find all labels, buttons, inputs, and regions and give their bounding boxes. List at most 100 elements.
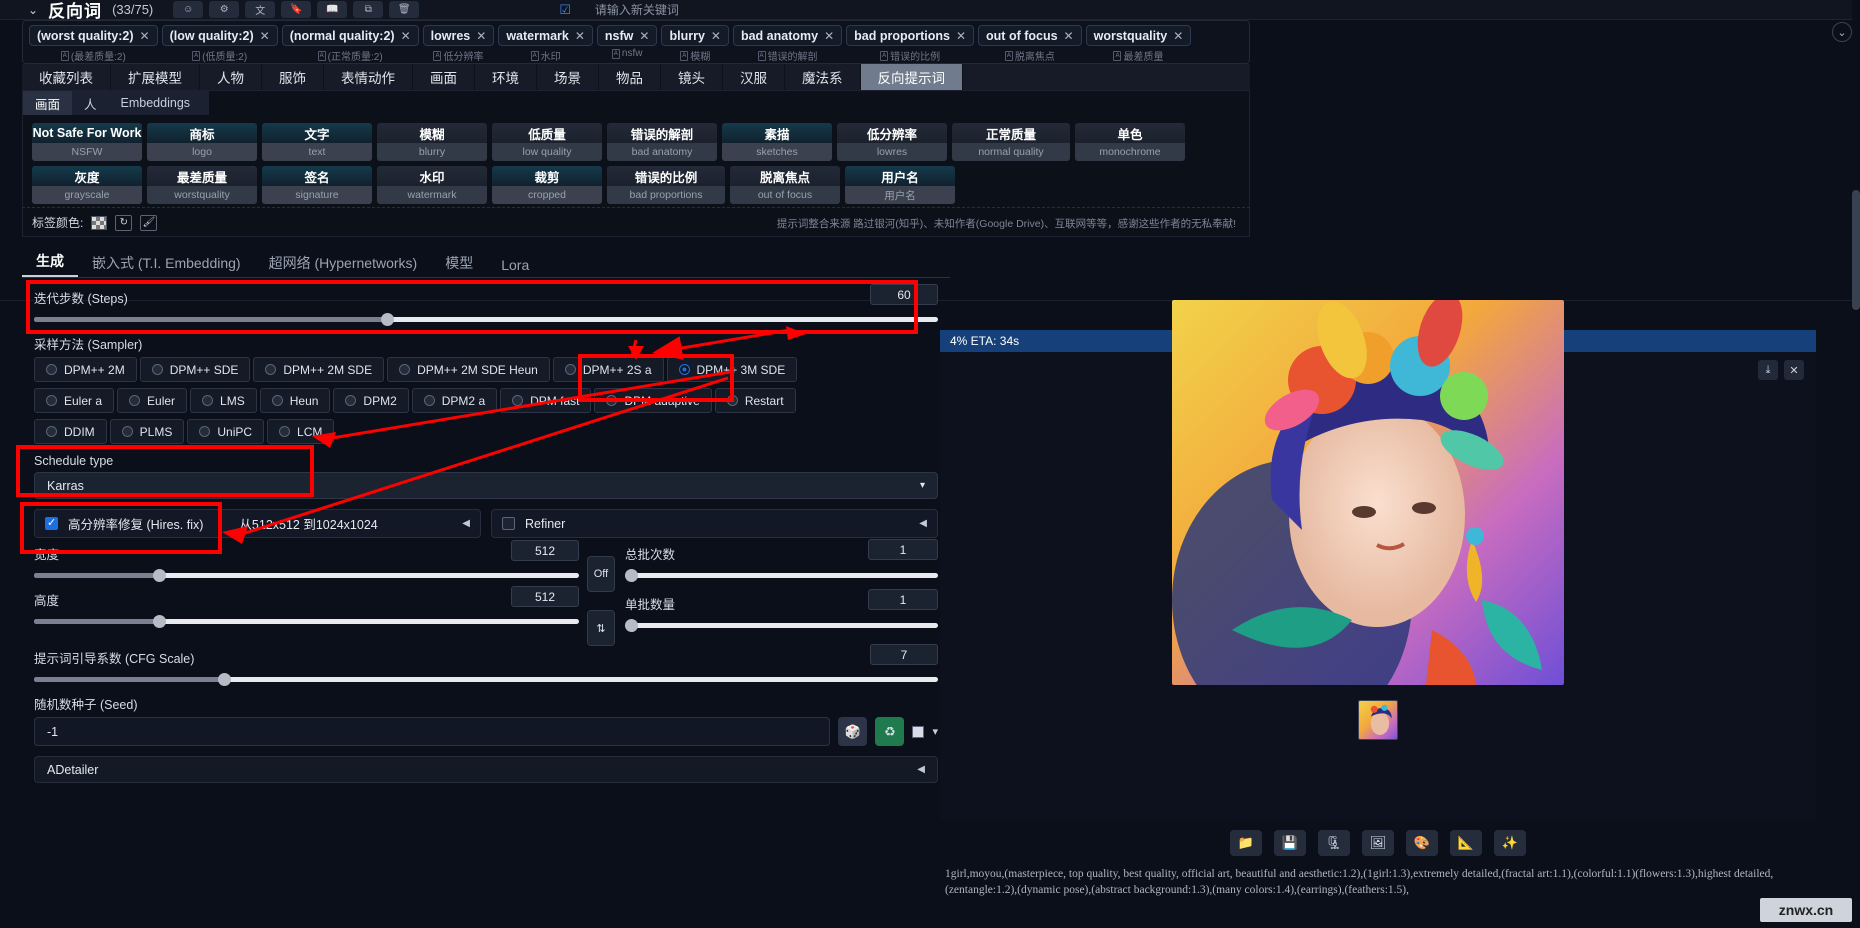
width-track[interactable]	[34, 569, 579, 582]
refiner-checkbox[interactable]	[502, 517, 515, 530]
eraser-icon[interactable]: 🖌	[140, 214, 158, 231]
page-scrollbar[interactable]	[1852, 0, 1860, 928]
tag-card[interactable]: 水印 watermark	[377, 166, 487, 204]
gen-tab-1[interactable]: 嵌入式 (T.I. Embedding)	[78, 249, 255, 277]
tag-card[interactable]: 素描 sketches	[722, 123, 832, 161]
refiner-box[interactable]: Refiner ◀	[491, 509, 938, 538]
hires-fix-checkbox[interactable]	[45, 516, 58, 530]
negative-tag-chip[interactable]: lowres ✕ A 低分辨率	[422, 25, 495, 63]
gen-tab-2[interactable]: 超网络 (Hypernetworks)	[255, 249, 432, 277]
category-tab-8[interactable]: 物品	[599, 64, 661, 90]
negative-tag-chip[interactable]: nsfw ✕ Ansfw	[596, 25, 658, 59]
sampler-option[interactable]: DPM++ 2S a	[552, 357, 664, 382]
sampler-option[interactable]: LCM	[267, 419, 335, 444]
chip-body[interactable]: nsfw ✕	[596, 25, 658, 46]
hires-off-toggle[interactable]: Off	[587, 556, 615, 592]
height-value[interactable]: 512	[511, 586, 579, 607]
sampler-option[interactable]: DPM++ 2M SDE Heun	[387, 357, 550, 382]
palette-icon[interactable]: 🎨	[1406, 830, 1438, 856]
negative-tag-chip[interactable]: blurry ✕ A 模糊	[661, 25, 729, 63]
translate-icon[interactable]: 文	[245, 1, 276, 18]
sampler-option[interactable]: Heun	[259, 388, 331, 413]
chevron-down-icon[interactable]: ⌄	[28, 3, 38, 17]
tag-card[interactable]: 用户名 用户名	[845, 166, 955, 204]
thumbnail-item[interactable]	[1358, 700, 1398, 740]
chip-body[interactable]: bad anatomy ✕	[732, 25, 843, 46]
remove-tag-icon[interactable]: ✕	[639, 29, 649, 43]
chip-body[interactable]: blurry ✕	[661, 25, 729, 46]
gear-icon[interactable]: ⚙	[209, 1, 240, 18]
sampler-option[interactable]: DPM++ 3M SDE	[666, 357, 798, 382]
chip-body[interactable]: out of focus ✕	[978, 25, 1082, 46]
category-tab-3[interactable]: 服饰	[262, 64, 324, 90]
remove-tag-icon[interactable]: ✕	[401, 29, 411, 43]
tag-card[interactable]: 错误的解剖 bad anatomy	[607, 123, 717, 161]
reset-circle-icon[interactable]: ↻	[115, 214, 133, 231]
sampler-option[interactable]: DDIM	[34, 419, 107, 444]
cfg-track[interactable]	[34, 673, 938, 686]
category-tab-11[interactable]: 魔法系	[785, 64, 861, 90]
chip-body[interactable]: (worst quality:2) ✕	[29, 25, 158, 46]
tag-card[interactable]: 文字 text	[262, 123, 372, 161]
color-swatch[interactable]	[91, 215, 108, 230]
width-value[interactable]: 512	[511, 540, 579, 561]
embedding-tab-0[interactable]: 画面	[23, 91, 73, 115]
category-tab-10[interactable]: 汉服	[723, 64, 785, 90]
gen-tab-4[interactable]: Lora	[487, 253, 543, 277]
chip-body[interactable]: watermark ✕	[498, 25, 593, 46]
steps-value[interactable]: 60	[870, 284, 938, 305]
sampler-option[interactable]: Euler	[117, 388, 188, 413]
recycle-icon[interactable]: ♻	[875, 717, 905, 746]
sampler-option[interactable]: UniPC	[187, 419, 265, 444]
batch-count-value[interactable]: 1	[868, 539, 938, 560]
negative-tag-chip[interactable]: bad anatomy ✕ A 错误的解剖	[732, 25, 843, 63]
category-tab-2[interactable]: 人物	[200, 64, 262, 90]
remove-tag-icon[interactable]: ✕	[824, 29, 834, 43]
category-tab-9[interactable]: 镜头	[661, 64, 723, 90]
bookmark-icon[interactable]: 🔖	[281, 1, 312, 18]
chip-body[interactable]: (low quality:2) ✕	[161, 25, 278, 46]
sampler-option[interactable]: DPM++ 2M SDE	[253, 357, 385, 382]
schedule-type-select[interactable]: Karras ▾	[34, 472, 938, 499]
tag-card[interactable]: 正常质量 normal quality	[952, 123, 1070, 161]
adetailer-accordion[interactable]: ADetailer ◀	[34, 756, 938, 783]
emoji-icon[interactable]: ☺	[173, 1, 204, 18]
chip-body[interactable]: lowres ✕	[422, 25, 495, 46]
zip-icon[interactable]: 🗜	[1318, 830, 1350, 856]
negative-tag-chip[interactable]: (normal quality:2) ✕ A (正常质量:2)	[281, 25, 419, 63]
remove-tag-icon[interactable]: ✕	[1064, 29, 1074, 43]
negative-tag-chip[interactable]: worstquality ✕ A 最差质量	[1085, 25, 1192, 63]
remove-tag-icon[interactable]: ✕	[476, 29, 486, 43]
sampler-option[interactable]: DPM adaptive	[594, 388, 712, 413]
sampler-option[interactable]: Restart	[714, 388, 796, 413]
tag-card[interactable]: 商标 logo	[147, 123, 257, 161]
category-tab-0[interactable]: 收藏列表	[22, 64, 111, 90]
tag-card[interactable]: 裁剪 cropped	[492, 166, 602, 204]
new-keyword-input[interactable]: 请输入新关键词	[595, 1, 679, 18]
copy-icon[interactable]: ⧉	[353, 1, 384, 18]
swap-vertical-icon[interactable]: ⇅	[587, 610, 615, 646]
collapse-icon[interactable]: ◀	[462, 518, 470, 529]
book-icon[interactable]: 📖	[317, 1, 348, 18]
category-tab-7[interactable]: 场景	[537, 64, 599, 90]
batch-count-track[interactable]	[625, 569, 938, 582]
sampler-option[interactable]: PLMS	[109, 419, 185, 444]
collapse-icon[interactable]: ◀	[919, 518, 927, 529]
tag-card[interactable]: 脱离焦点 out of focus	[730, 166, 840, 204]
gen-tab-3[interactable]: 模型	[431, 249, 487, 277]
extra-seed-checkbox[interactable]	[912, 725, 925, 738]
remove-tag-icon[interactable]: ✕	[140, 29, 150, 43]
batch-size-track[interactable]	[625, 619, 938, 632]
sampler-option[interactable]: Euler a	[34, 388, 115, 413]
tag-card[interactable]: 灰度 grayscale	[32, 166, 142, 204]
sampler-option[interactable]: DPM fast	[500, 388, 592, 413]
category-tab-6[interactable]: 环境	[475, 64, 537, 90]
trash-icon[interactable]: 🗑	[389, 1, 420, 18]
tag-card[interactable]: 签名 signature	[262, 166, 372, 204]
cfg-value[interactable]: 7	[870, 644, 938, 665]
select-all-checkbox[interactable]: ☑	[559, 2, 571, 18]
category-tab-1[interactable]: 扩展模型	[111, 64, 200, 90]
chevron-down-icon[interactable]: ▾	[932, 725, 938, 738]
sampler-option[interactable]: DPM++ 2M	[34, 357, 137, 382]
category-tab-4[interactable]: 表情动作	[324, 64, 413, 90]
